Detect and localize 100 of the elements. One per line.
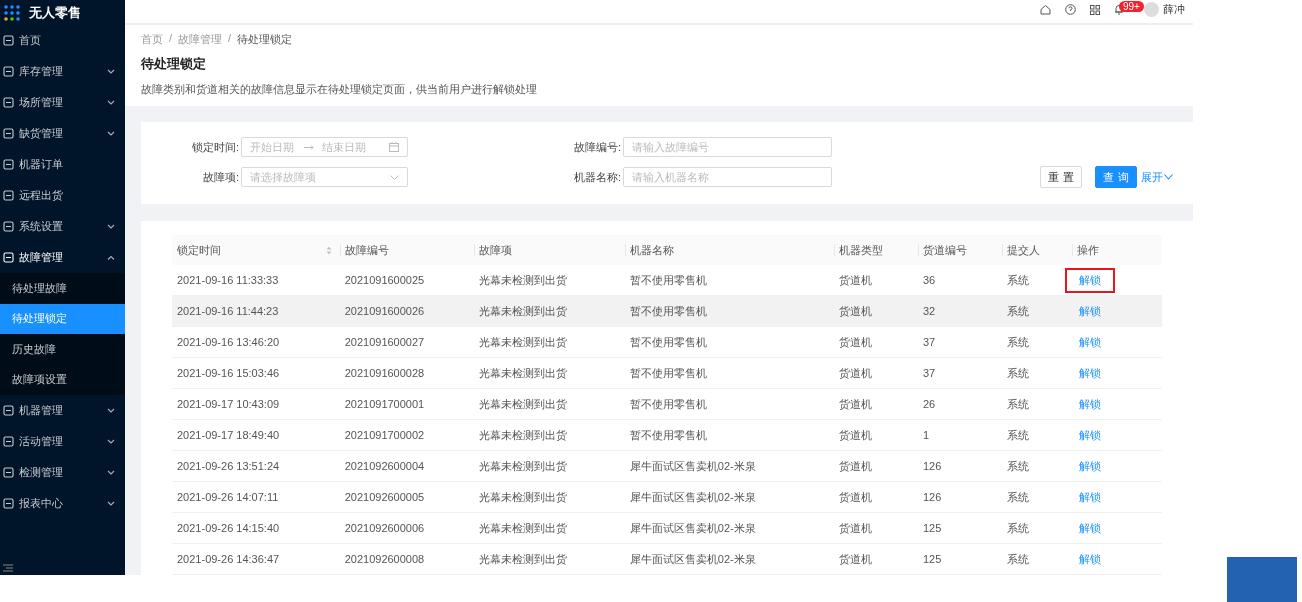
- arrow-right-icon: [304, 144, 314, 150]
- chevron-icon: [107, 100, 115, 105]
- column-header: 故障项: [474, 235, 625, 265]
- table-cell: 2021-09-16 11:44:23: [172, 295, 340, 327]
- page-title: 待处理锁定: [141, 55, 207, 73]
- table-cell: 货道机: [833, 419, 918, 451]
- sidebar-item[interactable]: 首页: [0, 25, 125, 56]
- table-cell: 26: [917, 388, 1003, 420]
- table-cell: 系统: [1002, 450, 1072, 482]
- sidebar-item[interactable]: 机器管理: [0, 395, 125, 426]
- table-cell: 2021092600005: [339, 481, 475, 513]
- table-cell: 2021-09-17 10:43:09: [172, 388, 340, 420]
- field-label: 故障项:: [201, 169, 240, 185]
- sidebar-item[interactable]: 机器订单: [0, 149, 125, 180]
- user-name[interactable]: 薛冲: [1163, 2, 1185, 17]
- table-cell: 2021-09-16 13:46:20: [172, 326, 340, 358]
- field-label: 锁定时间:: [190, 139, 240, 155]
- column-header: 故障编号: [339, 235, 475, 265]
- reset-button[interactable]: 重 置: [1040, 166, 1082, 188]
- table-cell: 2021092600004: [339, 450, 475, 482]
- table-cell: 犀牛面试区售卖机02-米泉: [624, 481, 834, 513]
- chevron-icon: [107, 131, 115, 136]
- sidebar-item[interactable]: 库存管理: [0, 56, 125, 87]
- chevron-icon: [107, 408, 115, 413]
- table-cell: 125: [917, 512, 1003, 544]
- dots-grid-icon: [4, 4, 20, 21]
- sidebar-item[interactable]: 场所管理: [0, 87, 125, 118]
- table-cell: 系统: [1002, 265, 1072, 296]
- table-cell: 125: [917, 543, 1003, 575]
- machine-name-field[interactable]: 请输入机器名称: [623, 167, 832, 187]
- sidebar-item[interactable]: 报表中心: [0, 488, 125, 519]
- sidebar-item[interactable]: 远程出货: [0, 180, 125, 211]
- table-cell: 126: [917, 481, 1003, 513]
- sidebar-subitem[interactable]: 待处理故障: [0, 273, 125, 304]
- table-cell: 货道机: [833, 450, 918, 482]
- sidebar-item[interactable]: 检测管理: [0, 457, 125, 488]
- table-cell: 货道机: [833, 512, 918, 544]
- table-cell: 暂不使用零售机: [624, 295, 834, 327]
- column-header: 货道编号: [917, 235, 1003, 265]
- table-cell: 光幕未检测到出货: [474, 543, 625, 575]
- table-cell: 2021-09-26 14:36:47: [172, 543, 340, 575]
- breadcrumb-current: 待处理锁定: [237, 32, 293, 47]
- table-cell: 犀牛面试区售卖机02-米泉: [624, 543, 834, 575]
- sidebar-item[interactable]: 活动管理: [0, 426, 125, 457]
- table-cell: 2021091600026: [339, 295, 475, 327]
- table-cell: 光幕未检测到出货: [474, 450, 625, 482]
- page-description: 故障类别和货道相关的故障信息显示在待处理锁定页面，供当前用户进行解锁处理: [141, 82, 538, 97]
- table-cell: 2021-09-26 14:15:40: [172, 512, 340, 544]
- table-cell: 2021-09-16 11:33:33: [172, 265, 340, 296]
- table-cell: 系统: [1002, 512, 1072, 544]
- column-header: 锁定时间: [172, 235, 340, 265]
- column-header: 机器类型: [833, 235, 918, 265]
- table-cell: 系统: [1002, 543, 1072, 575]
- sidebar-subitem[interactable]: 故障项设置: [0, 364, 125, 395]
- table-cell: 2021091700002: [339, 419, 475, 451]
- table-cell: 2021092600006: [339, 512, 475, 544]
- app-title: 无人零售: [29, 3, 81, 22]
- chevron-icon: [107, 255, 115, 260]
- table-cell: 系统: [1002, 481, 1072, 513]
- table-cell: 系统: [1002, 388, 1072, 420]
- help-icon[interactable]: [1065, 4, 1076, 15]
- sidebar-item[interactable]: 故障管理: [0, 242, 125, 273]
- table-cell: 2021091600025: [339, 265, 475, 296]
- table-cell: 2021-09-26 14:07:11: [172, 481, 340, 513]
- table-cell: 2021-09-26 13:51:24: [172, 450, 340, 482]
- menu-fold-icon[interactable]: [3, 564, 13, 572]
- sidebar-subitem[interactable]: 历史故障: [0, 334, 125, 365]
- table-cell: 37: [917, 357, 1003, 389]
- table-cell: 37: [917, 326, 1003, 358]
- table-cell: 2021091700001: [339, 388, 475, 420]
- table-cell: 光幕未检测到出货: [474, 326, 625, 358]
- table-cell: 2021-09-17 18:49:40: [172, 419, 340, 451]
- corner-block: [1227, 557, 1297, 602]
- table-cell: 暂不使用零售机: [624, 265, 834, 296]
- chevron-icon: [107, 470, 115, 475]
- column-header: 机器名称: [624, 235, 834, 265]
- table-cell: 货道机: [833, 326, 918, 358]
- table-cell: 系统: [1002, 326, 1072, 358]
- breadcrumb-separator: /: [228, 32, 232, 46]
- sidebar-item[interactable]: 系统设置: [0, 211, 125, 242]
- field-label: 机器名称:: [572, 169, 622, 185]
- sidebar-item[interactable]: 缺货管理: [0, 118, 125, 149]
- table-cell: 光幕未检测到出货: [474, 419, 625, 451]
- table-cell: 犀牛面试区售卖机02-米泉: [624, 512, 834, 544]
- table-cell: 光幕未检测到出货: [474, 265, 625, 296]
- notification-badge: 99+: [1119, 1, 1144, 12]
- chevron-down-icon: [1164, 174, 1173, 180]
- table-cell: 光幕未检测到出货: [474, 295, 625, 327]
- chevron-down-icon: [390, 174, 399, 180]
- table-cell: 2021092600008: [339, 543, 475, 575]
- bell-icon[interactable]: [1114, 4, 1124, 15]
- chevron-icon: [107, 224, 115, 229]
- field-label: 故障编号:: [572, 139, 622, 155]
- table-cell: 货道机: [833, 388, 918, 420]
- table-cell: 货道机: [833, 543, 918, 575]
- table-cell: 暂不使用零售机: [624, 419, 834, 451]
- table-cell: 货道机: [833, 295, 918, 327]
- table-cell: 光幕未检测到出货: [474, 481, 625, 513]
- table-cell: 暂不使用零售机: [624, 388, 834, 420]
- table-cell: 货道机: [833, 265, 918, 296]
